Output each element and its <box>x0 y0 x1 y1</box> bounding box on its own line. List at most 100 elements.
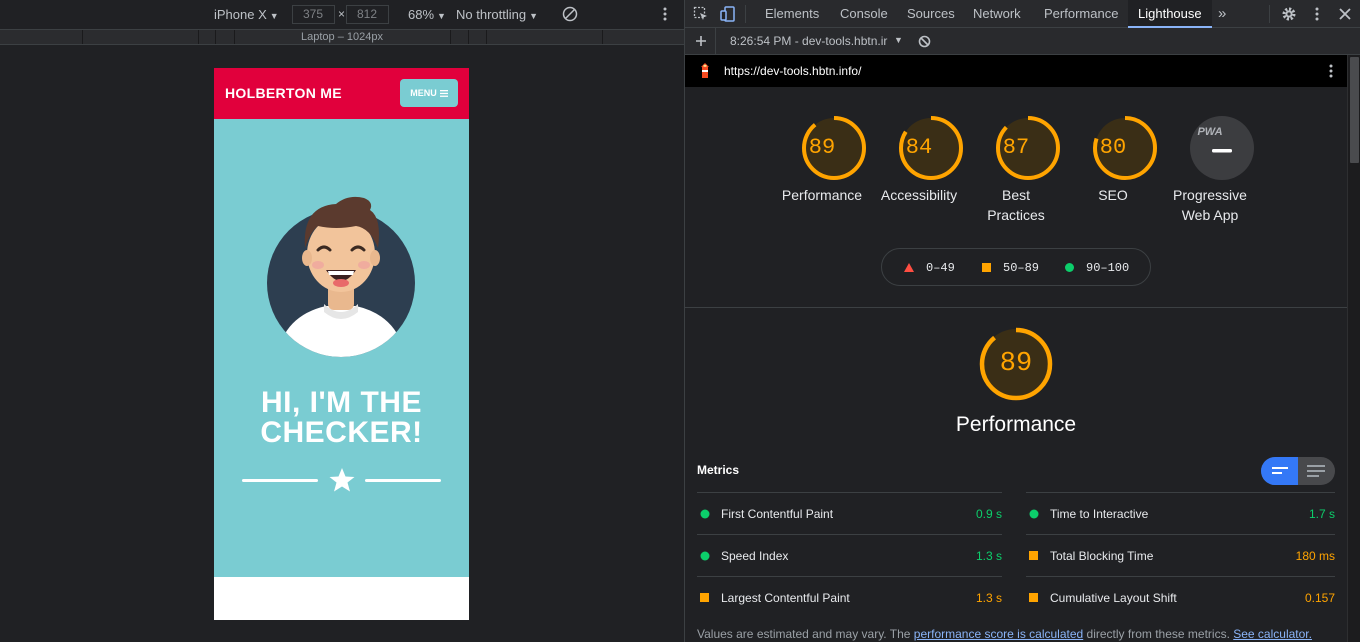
metric-name: Largest Contentful Paint <box>721 591 850 605</box>
metrics-view-toggle[interactable] <box>1261 457 1335 485</box>
category-title: Performance <box>955 413 1077 436</box>
gauge-label: Accessibility <box>880 187 958 203</box>
gauge-label: Performance <box>781 187 863 203</box>
device-toolbar: iPhone X ▼ 375 × 812 68% ▼ No throttling ▼ <box>0 0 684 29</box>
devtools-panel: Elements Console Sources Network Perform… <box>684 0 1360 642</box>
metric-time-to-interactive[interactable]: Time to Interactive 1.7 s <box>1026 492 1335 534</box>
metric-value: 1.7 s <box>1308 507 1335 521</box>
report-url-bar: https://dev-tools.hbtn.info/ <box>685 55 1347 87</box>
pass-circle-icon <box>700 509 710 519</box>
star-icon <box>329 468 355 492</box>
metrics-heading: Metrics <box>697 463 740 477</box>
report-select[interactable]: 8:26:54 PM - dev-tools.hbtn.ir <box>730 34 890 48</box>
rotate-icon[interactable] <box>562 6 578 22</box>
performance-score: 89 <box>999 349 1033 379</box>
fail-triangle-icon <box>904 263 914 272</box>
inspect-element-icon[interactable] <box>693 6 709 22</box>
media-query-ruler[interactable]: Laptop – 1024px <box>0 29 684 45</box>
metric-name: First Contentful Paint <box>721 507 834 521</box>
metrics-footnote: Values are estimated and may vary. The p… <box>697 627 1312 641</box>
width-input[interactable]: 375 <box>292 5 335 24</box>
chevron-down-icon: ▼ <box>269 11 279 21</box>
clear-icon[interactable] <box>918 35 931 48</box>
pwa-badge-text: PWA <box>1197 126 1223 138</box>
dimension-separator: × <box>338 7 346 21</box>
ruler-label: Laptop – 1024px <box>301 31 383 43</box>
gauge-score: 84 <box>905 135 933 160</box>
scrollbar-thumb[interactable] <box>1350 57 1359 163</box>
close-icon[interactable] <box>1337 6 1353 22</box>
settings-gear-icon[interactable] <box>1281 6 1297 22</box>
tab-lighthouse[interactable]: Lighthouse <box>1128 0 1212 28</box>
compact-list-icon <box>1272 467 1288 474</box>
zoom-select[interactable]: 68% ▼ <box>408 7 446 22</box>
see-calculator-link[interactable]: See calculator. <box>1233 627 1312 641</box>
star-divider <box>242 468 441 492</box>
gauge-score: 80 <box>1099 135 1127 160</box>
legend-pass: 90–100 <box>1086 261 1130 275</box>
tab-sources[interactable]: Sources <box>897 0 965 28</box>
devtools-tabbar: Elements Console Sources Network Perform… <box>685 0 1360 28</box>
metric-name: Time to Interactive <box>1050 507 1149 521</box>
pass-circle-icon <box>1065 263 1074 272</box>
gauge-label: Progressive Web App <box>1173 187 1247 223</box>
expanded-list-icon[interactable] <box>1307 465 1325 477</box>
hamburger-icon <box>439 89 448 97</box>
gauge-score: 87 <box>1002 135 1030 160</box>
tab-performance[interactable]: Performance <box>1034 0 1128 28</box>
device-toolbar-icon[interactable] <box>720 6 736 22</box>
menu-button[interactable]: MENU <box>400 79 458 107</box>
more-options-icon[interactable] <box>658 6 672 22</box>
report-url[interactable]: https://dev-tools.hbtn.info/ <box>724 64 861 78</box>
legend-fail: 0–49 <box>926 261 955 275</box>
metrics-column-right: Time to Interactive 1.7 s Total Blocking… <box>1026 492 1335 618</box>
emulated-page: HOLBERTON ME MENU HI, I'M THE CHECKER! <box>214 68 469 620</box>
metric-name: Speed Index <box>721 549 789 563</box>
metric-value: 0.9 s <box>975 507 1002 521</box>
metric-total-blocking-time[interactable]: Total Blocking Time 180 ms <box>1026 534 1335 576</box>
device-emulation-pane: iPhone X ▼ 375 × 812 68% ▼ No throttling ▼ … <box>0 0 684 642</box>
performance-score-link[interactable]: performance score is calculated <box>914 627 1083 641</box>
lighthouse-report: 89 Performance 84 Accessibility 87 Best <box>685 87 1347 642</box>
metric-first-contentful-paint[interactable]: First Contentful Paint 0.9 s <box>697 492 1002 534</box>
gauge-label: Best Practices <box>987 187 1045 223</box>
tab-elements[interactable]: Elements <box>755 0 829 28</box>
score-legend: 0–49 50–89 90–100 <box>881 248 1151 286</box>
metric-value: 180 ms <box>1295 549 1335 563</box>
pass-circle-icon <box>1029 509 1039 519</box>
site-brand[interactable]: HOLBERTON ME <box>225 85 342 101</box>
section-divider <box>685 307 1347 308</box>
metrics-column-left: First Contentful Paint 0.9 s Speed Index… <box>697 492 1002 618</box>
report-menu-icon[interactable] <box>1328 63 1334 79</box>
gauge-label: SEO <box>1098 187 1128 203</box>
legend-average: 50–89 <box>1003 261 1040 275</box>
chevron-down-icon[interactable]: ▼ <box>894 35 903 45</box>
gauge-pwa[interactable]: PWA Progressive Web App <box>1173 116 1265 225</box>
report-scrollbar[interactable] <box>1347 55 1360 642</box>
more-tabs-button[interactable]: » <box>1208 0 1236 28</box>
metric-name: Cumulative Layout Shift <box>1050 591 1177 605</box>
metric-largest-contentful-paint[interactable]: Largest Contentful Paint 1.3 s <box>697 576 1002 618</box>
plus-icon[interactable] <box>695 35 707 47</box>
more-options-icon[interactable] <box>1309 6 1325 22</box>
toggle-compact-view[interactable] <box>1261 457 1298 485</box>
lighthouse-logo-icon <box>701 63 709 78</box>
pass-circle-icon <box>700 551 710 561</box>
metric-speed-index[interactable]: Speed Index 1.3 s <box>697 534 1002 576</box>
device-select[interactable]: iPhone X ▼ <box>214 7 279 22</box>
lighthouse-toolbar: 8:26:54 PM - dev-tools.hbtn.ir ▼ <box>685 28 1360 55</box>
average-square-icon <box>700 593 709 602</box>
avatar-illustration <box>267 196 415 357</box>
site-footer-area <box>214 577 469 620</box>
gauge-best-practices[interactable]: 87 Best Practices <box>984 116 1071 225</box>
height-input[interactable]: 812 <box>346 5 389 24</box>
chevron-down-icon: ▼ <box>437 11 446 21</box>
throttling-select[interactable]: No throttling ▼ <box>456 7 538 22</box>
metric-cumulative-layout-shift[interactable]: Cumulative Layout Shift 0.157 <box>1026 576 1335 618</box>
tab-network[interactable]: Network <box>963 0 1031 28</box>
site-header: HOLBERTON ME MENU <box>214 68 469 119</box>
average-square-icon <box>1029 551 1038 560</box>
hero-title: HI, I'M THE CHECKER! <box>260 386 423 449</box>
tab-console[interactable]: Console <box>830 0 898 28</box>
gauge-score: 89 <box>808 135 836 160</box>
